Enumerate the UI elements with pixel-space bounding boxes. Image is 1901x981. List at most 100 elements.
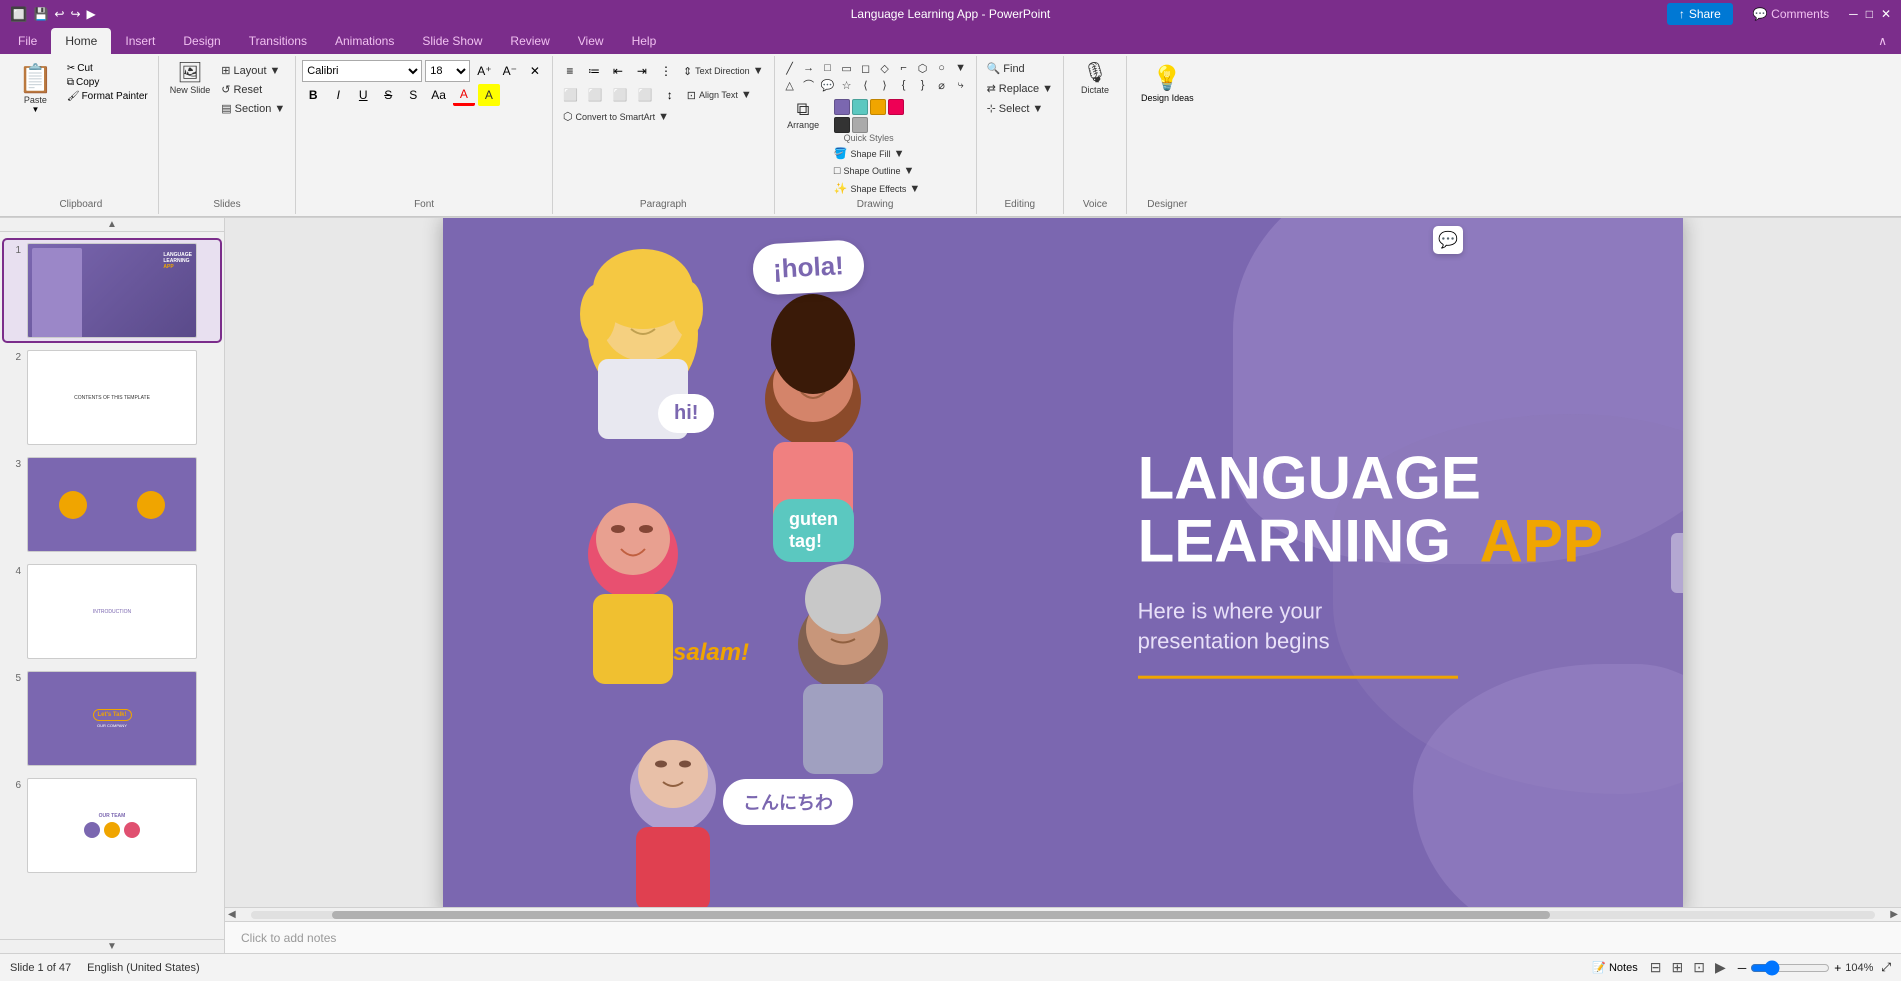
canvas-scroll[interactable]: ¡hola! hi! gutentag! salam! こんにちわ — [225, 218, 1901, 907]
slides-scroll-down[interactable]: ▼ — [0, 939, 224, 953]
line-spacing-button[interactable]: ↕ — [659, 84, 681, 106]
decrease-font-button[interactable]: A⁻ — [499, 60, 521, 82]
cut-button[interactable]: ✂ Cut — [63, 62, 152, 75]
clear-format-button[interactable]: ✕ — [524, 60, 546, 82]
strikethrough-button[interactable]: S — [377, 84, 399, 106]
quick-styles-button[interactable]: Quick Styles — [830, 97, 908, 145]
slide-canvas[interactable]: ¡hola! hi! gutentag! salam! こんにちわ — [443, 218, 1683, 907]
shape-effects-button[interactable]: ✨ Shape Effects ▼ — [830, 180, 924, 197]
fit-slide-button[interactable]: ⤢ — [1881, 960, 1891, 975]
copy-button[interactable]: ⧉ Copy — [63, 76, 152, 89]
find-button[interactable]: 🔍 Find — [983, 60, 1029, 77]
slide-thumbnail-2[interactable]: 2 CONTENTS OF THIS TEMPLATE — [4, 347, 220, 448]
italic-button[interactable]: I — [327, 84, 349, 106]
increase-font-button[interactable]: A⁺ — [473, 60, 495, 82]
comments-button[interactable]: 💬 Comments — [1741, 3, 1841, 25]
align-text-button[interactable]: ⊡ Align Text ▼ — [683, 87, 756, 104]
zoom-out-button[interactable]: ─ — [1738, 961, 1747, 975]
align-center-button[interactable]: ⬜ — [584, 84, 607, 106]
shape-hexagon[interactable]: ⬡ — [914, 60, 932, 76]
quick-access-save[interactable]: 💾 — [33, 7, 48, 21]
shape-star[interactable]: ☆ — [838, 77, 856, 93]
slide-thumbnail-1[interactable]: 1 LANGUAGELEARNINGAPP — [4, 240, 220, 341]
shape-corner[interactable]: ⌐ — [895, 60, 913, 76]
shape-arrow[interactable]: → — [800, 60, 818, 76]
shape-line[interactable]: ╱ — [781, 60, 799, 76]
shape-outline-button[interactable]: □ Shape Outline ▼ — [830, 163, 924, 179]
underline-button[interactable]: U — [352, 84, 374, 106]
shape-rect[interactable]: □ — [819, 60, 837, 76]
dictate-button[interactable]: 🎙 Dictate — [1070, 60, 1120, 98]
shape-bracket[interactable]: } — [914, 77, 932, 93]
shape-curve[interactable]: ⌒ — [800, 77, 818, 93]
change-case-button[interactable]: Aa — [427, 84, 450, 106]
tab-file[interactable]: File — [4, 28, 51, 54]
notes-button[interactable]: 📝 Notes — [1592, 961, 1637, 974]
tab-design[interactable]: Design — [169, 28, 234, 54]
font-color-button[interactable]: A — [453, 84, 475, 106]
slide-thumbnail-4[interactable]: 4 INTRODUCTION — [4, 561, 220, 662]
shape-triangle[interactable]: △ — [781, 77, 799, 93]
section-button[interactable]: ▤ Section ▼ — [217, 100, 289, 117]
tab-slideshow[interactable]: Slide Show — [408, 28, 496, 54]
replace-button[interactable]: ⇄ Replace ▼ — [983, 80, 1057, 97]
shape-brace[interactable]: { — [895, 77, 913, 93]
convert-smartart-button[interactable]: ⬡ Convert to SmartArt ▼ — [559, 108, 673, 125]
align-right-button[interactable]: ⬜ — [609, 84, 632, 106]
zoom-in-button[interactable]: + — [1834, 961, 1841, 975]
font-name-selector[interactable]: Calibri — [302, 60, 422, 82]
shape-more[interactable]: ▼ — [952, 60, 970, 76]
shape-diamond[interactable]: ◇ — [876, 60, 894, 76]
minimize-button[interactable]: ─ — [1849, 7, 1858, 21]
arrange-button[interactable]: ⧉ Arrange — [781, 97, 826, 145]
new-slide-button[interactable]: 🖼 New Slide — [165, 60, 216, 98]
slide-scroll-right[interactable] — [1671, 533, 1683, 593]
quick-access-undo[interactable]: ↩ — [54, 7, 64, 21]
tab-collapse[interactable]: ∧ — [1864, 28, 1901, 54]
slide-thumbnail-5[interactable]: 5 Let's Talk! OUR COMPANY — [4, 668, 220, 769]
tab-transitions[interactable]: Transitions — [235, 28, 321, 54]
bold-button[interactable]: B — [302, 84, 324, 106]
quick-access-present[interactable]: ▶ — [87, 7, 96, 21]
format-painter-button[interactable]: 🖌 Format Painter — [63, 90, 152, 103]
slide-thumbnail-6[interactable]: 6 OUR TEAM — [4, 775, 220, 876]
shape-callout[interactable]: 💬 — [819, 77, 837, 93]
shape-custom1[interactable]: ⟨ — [857, 77, 875, 93]
design-ideas-button[interactable]: 💡 Design Ideas — [1133, 60, 1202, 107]
tab-home[interactable]: Home — [51, 28, 111, 54]
maximize-button[interactable]: □ — [1866, 7, 1873, 21]
paste-button[interactable]: 📋 Paste ▼ — [10, 60, 61, 116]
font-size-selector[interactable]: 18 — [425, 60, 470, 82]
quick-access-redo[interactable]: ↪ — [70, 7, 80, 21]
share-button[interactable]: ↑ Share — [1667, 3, 1733, 25]
hscroll-thumb[interactable] — [332, 911, 1550, 919]
slide-comment-marker[interactable]: 💬 — [1433, 226, 1463, 254]
tab-insert[interactable]: Insert — [111, 28, 169, 54]
bullets-button[interactable]: ≡ — [559, 60, 581, 82]
select-button[interactable]: ⊹ Select ▼ — [983, 100, 1048, 117]
notes-area[interactable]: Click to add notes — [225, 921, 1901, 953]
text-shadow-button[interactable]: S — [402, 84, 424, 106]
tab-view[interactable]: View — [564, 28, 618, 54]
shape-rect3[interactable]: ◻ — [857, 60, 875, 76]
highlight-button[interactable]: A — [478, 84, 500, 106]
tab-help[interactable]: Help — [618, 28, 671, 54]
normal-view-button[interactable]: ⊟ — [1646, 957, 1666, 978]
decrease-indent-button[interactable]: ⇤ — [607, 60, 629, 82]
numbering-button[interactable]: ≔ — [583, 60, 605, 82]
close-button[interactable]: ✕ — [1881, 7, 1891, 21]
columns-button[interactable]: ⋮ — [655, 60, 677, 82]
slide-thumbnail-3[interactable]: 3 — [4, 454, 220, 555]
align-left-button[interactable]: ⬜ — [559, 84, 582, 106]
slides-scroll-up[interactable]: ▲ — [0, 218, 224, 232]
tab-animations[interactable]: Animations — [321, 28, 408, 54]
reading-view-button[interactable]: ⊡ — [1689, 957, 1709, 978]
reset-button[interactable]: ↺ Reset — [217, 81, 289, 98]
shape-ellipse[interactable]: ○ — [933, 60, 951, 76]
hscroll-left-button[interactable]: ◀ — [227, 908, 237, 921]
zoom-slider[interactable] — [1750, 960, 1830, 976]
shape-connector[interactable]: ⤷ — [952, 77, 970, 93]
align-justify-button[interactable]: ⬜ — [634, 84, 657, 106]
text-direction-button[interactable]: ⇕ Text Direction ▼ — [679, 63, 768, 80]
layout-button[interactable]: ⊞ Layout ▼ — [217, 62, 289, 79]
